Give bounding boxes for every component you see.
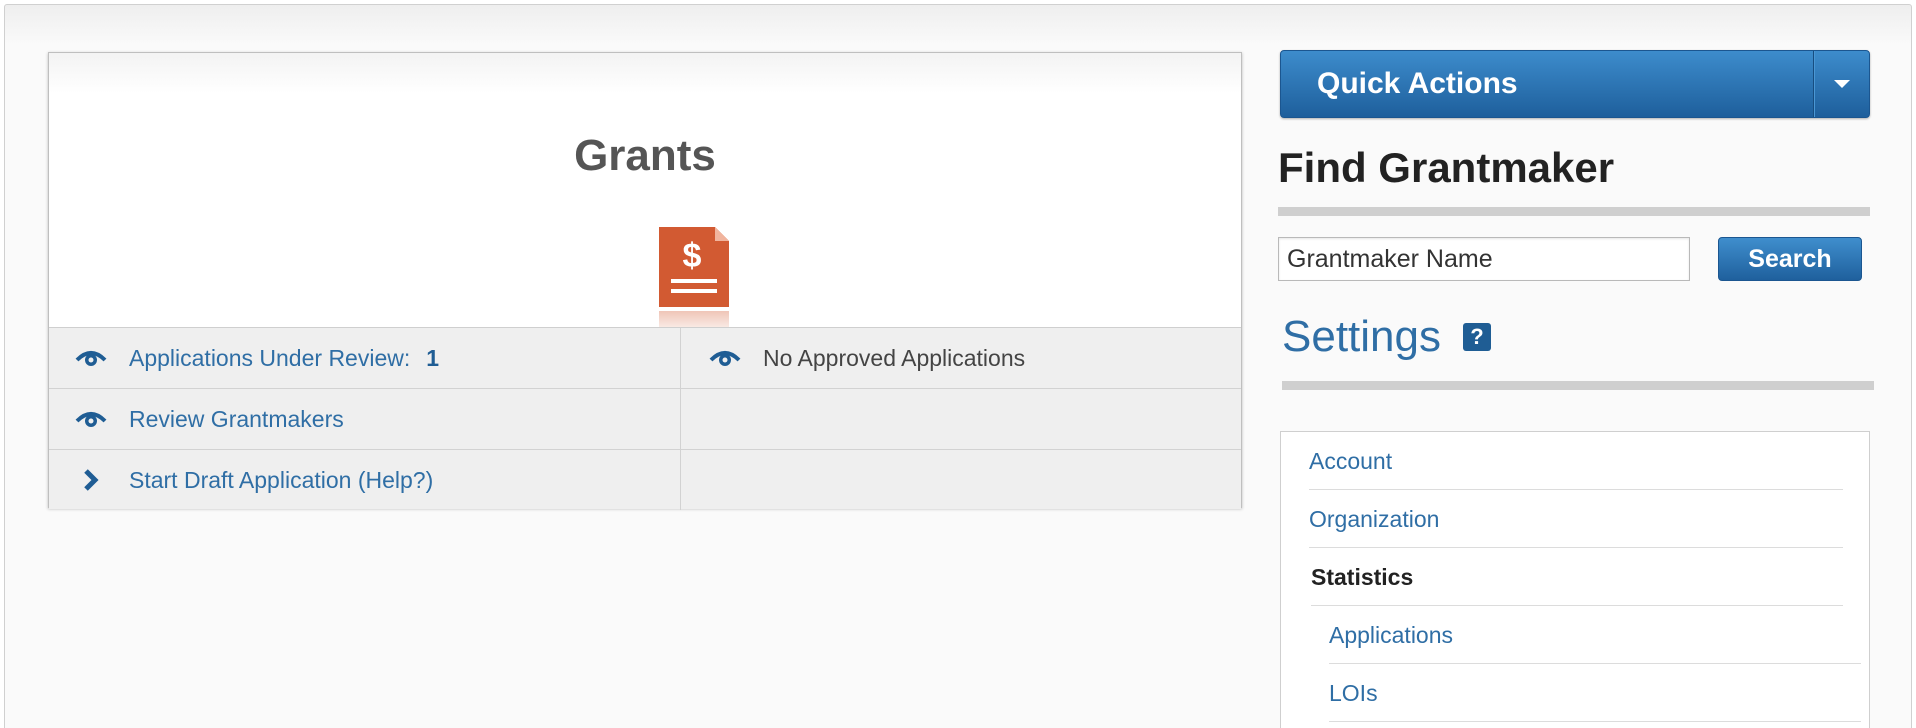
grid-row: Applications Under Review: 1 No Approved…	[49, 328, 1241, 389]
settings-item-label[interactable]: LOIs	[1329, 680, 1378, 706]
dollar-document-icon: $	[659, 227, 729, 307]
divider	[1282, 381, 1874, 390]
grid-row: Review Grantmakers	[49, 389, 1241, 450]
applications-under-review-label[interactable]: Applications Under Review:	[129, 345, 410, 372]
grants-header: Grants $	[49, 53, 1241, 337]
settings-item-label[interactable]: Applications	[1329, 622, 1453, 648]
find-grantmaker-title: Find Grantmaker	[1278, 144, 1615, 191]
grants-links-grid: Applications Under Review: 1 No Approved…	[49, 327, 1241, 511]
divider	[1278, 207, 1870, 216]
settings-menu: Account Organization Statistics Applicat…	[1280, 431, 1870, 728]
settings-item-statistics[interactable]: Statistics	[1311, 548, 1843, 606]
no-approved-applications: No Approved Applications	[707, 328, 1025, 388]
eye-icon	[707, 346, 743, 370]
applications-under-review-count: 1	[426, 344, 440, 371]
applications-under-review-link[interactable]: Applications Under Review: 1	[73, 328, 439, 388]
grants-panel: Grants $ Applications Under Review: 1 No…	[48, 52, 1242, 511]
grants-title: Grants	[574, 131, 716, 180]
grid-row: Start Draft Application (Help?)	[49, 450, 1241, 511]
review-grantmakers-label[interactable]: Review Grantmakers	[129, 406, 344, 433]
svg-text:$: $	[683, 237, 702, 275]
start-draft-application-link[interactable]: Start Draft Application (Help?)	[73, 450, 433, 510]
eye-icon	[73, 407, 109, 431]
search-button[interactable]: Search	[1718, 237, 1862, 281]
no-approved-applications-label: No Approved Applications	[763, 344, 1026, 371]
settings-item-label[interactable]: Organization	[1309, 506, 1439, 532]
settings-item-account[interactable]: Account	[1309, 432, 1843, 490]
help-icon[interactable]: ?	[1462, 323, 1491, 351]
settings-item-applications[interactable]: Applications	[1329, 606, 1861, 664]
review-grantmakers-link[interactable]: Review Grantmakers	[73, 389, 344, 449]
settings-title: Settings ?	[1282, 312, 1491, 362]
start-draft-application-label[interactable]: Start Draft Application (Help?)	[129, 467, 433, 494]
settings-item-label[interactable]: Account	[1309, 448, 1392, 474]
eye-icon	[73, 346, 109, 370]
quick-actions-button[interactable]: Quick Actions	[1280, 50, 1870, 118]
settings-item-organization[interactable]: Organization	[1309, 490, 1843, 548]
settings-title-label: Settings	[1282, 312, 1441, 361]
chevron-right-icon	[73, 468, 109, 492]
grantmaker-name-input[interactable]	[1278, 237, 1690, 281]
caret-down-icon[interactable]	[1814, 51, 1870, 117]
settings-item-lois[interactable]: LOIs	[1329, 664, 1861, 722]
quick-actions-label: Quick Actions	[1317, 67, 1518, 100]
